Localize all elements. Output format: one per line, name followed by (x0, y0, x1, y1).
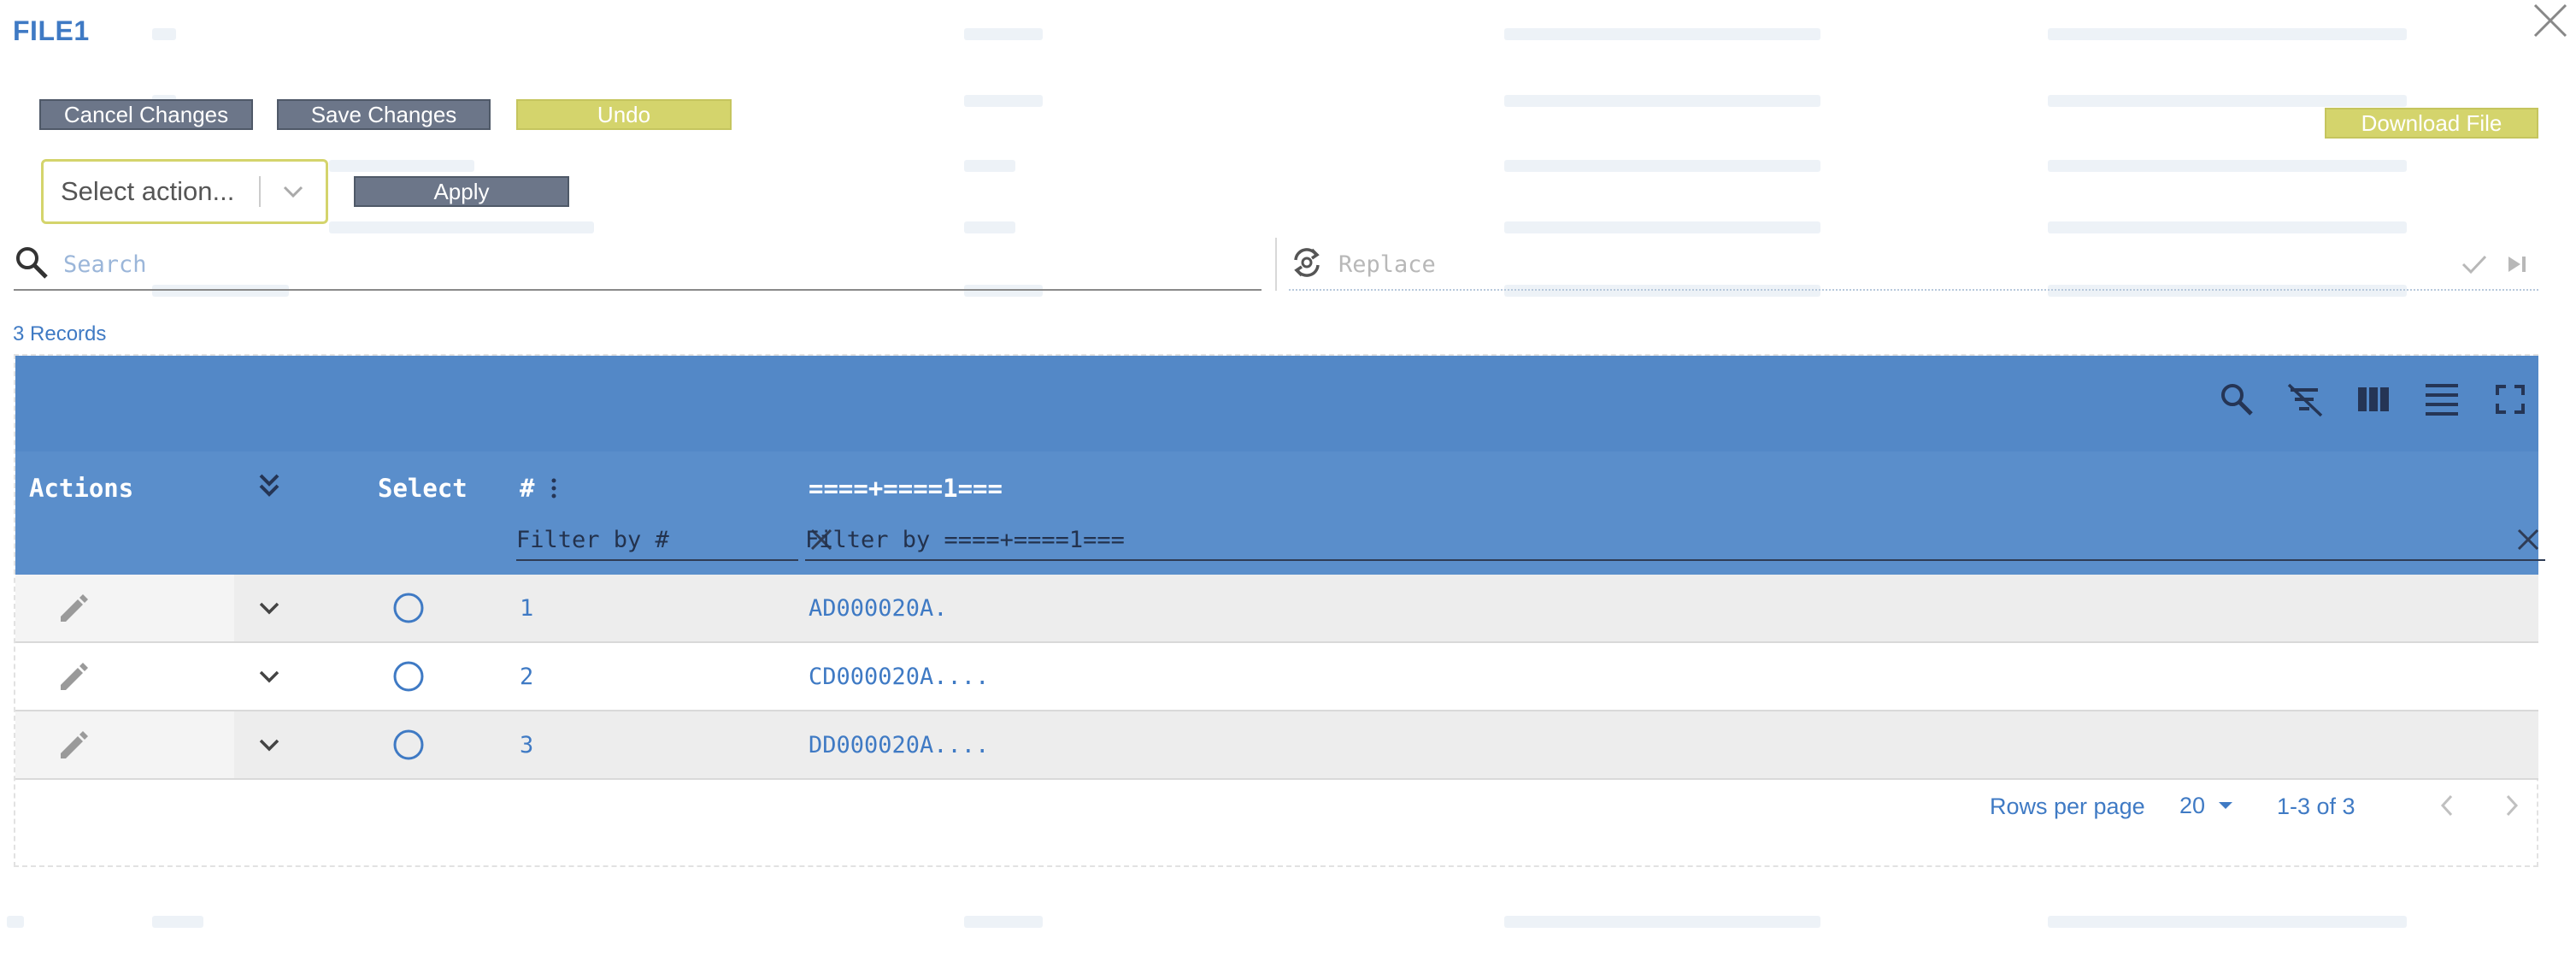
column-header-actions: Actions (29, 474, 134, 503)
save-changes-button[interactable]: Save Changes (277, 99, 491, 130)
modal-title: FILE1 (13, 15, 90, 46)
chevron-left-icon (2440, 794, 2453, 817)
prev-page-button[interactable] (2427, 787, 2465, 824)
rows-per-page-select[interactable]: 20 (2179, 788, 2234, 823)
expand-row-button[interactable] (234, 575, 304, 641)
edit-row-button[interactable] (15, 575, 234, 641)
row-select-radio[interactable] (383, 643, 434, 710)
table-row: 3 DD000020A.... (15, 711, 2538, 780)
pencil-icon (61, 731, 88, 758)
next-page-button[interactable] (2494, 787, 2532, 824)
action-select-value: Select action... (61, 176, 235, 206)
row-value[interactable]: DD000020A.... (809, 711, 989, 778)
records-table: Actions Select # ====+====1=== Filter by… (14, 354, 2545, 867)
skip-next-icon[interactable] (2496, 253, 2538, 275)
undo-button[interactable]: Undo (516, 99, 732, 130)
chevron-down-icon (259, 739, 279, 752)
cancel-changes-button[interactable]: Cancel Changes (39, 99, 253, 130)
check-icon[interactable] (2453, 253, 2496, 275)
chevron-right-icon (2506, 794, 2519, 817)
action-select[interactable]: Select action... (41, 159, 328, 224)
table-toolbar (15, 356, 2538, 451)
expand-row-button[interactable] (234, 711, 304, 778)
density-icon[interactable] (2417, 375, 2467, 424)
replace-bar (1289, 239, 2538, 291)
search-bar (14, 239, 1262, 291)
column-header-number[interactable]: # (520, 474, 558, 503)
records-count: 3 Records (13, 322, 107, 345)
chevron-down-icon (261, 184, 326, 199)
radio-circle-icon (393, 661, 424, 692)
fullscreen-icon[interactable] (2485, 375, 2535, 424)
table-row: 1 AD000020A. (15, 575, 2538, 643)
radio-circle-icon (393, 729, 424, 760)
pencil-icon (61, 663, 88, 690)
search-input[interactable] (50, 251, 1262, 278)
search-icon (14, 245, 50, 285)
chevron-down-icon (259, 670, 279, 683)
filter-data (805, 520, 2545, 561)
caret-down-icon (2219, 802, 2233, 809)
close-icon (2517, 528, 2539, 551)
table-header: Actions Select # ====+====1=== (15, 451, 2545, 575)
row-number: 1 (520, 594, 534, 622)
file-editor-modal: FILE1 Cancel Changes Save Changes Undo D… (0, 0, 2576, 956)
row-value[interactable]: CD000020A.... (809, 643, 989, 710)
table-row: 2 CD000020A.... (15, 643, 2538, 711)
column-header-data[interactable]: ====+====1=== (809, 474, 1003, 503)
vertical-dots-icon[interactable] (550, 476, 558, 500)
row-select-radio[interactable] (383, 575, 434, 641)
expand-all-button[interactable] (256, 469, 282, 509)
rows-per-page-label: Rows per page (1990, 794, 2145, 819)
close-icon (2533, 3, 2567, 38)
double-chevron-down-icon (259, 474, 279, 497)
row-number: 3 (520, 731, 534, 758)
row-number: 2 (520, 663, 534, 690)
rows-per-page-value: 20 (2179, 792, 2206, 818)
replace-input[interactable] (1325, 251, 2453, 278)
apply-button[interactable]: Apply (354, 176, 569, 207)
expand-row-button[interactable] (234, 643, 304, 710)
close-button[interactable] (2525, 0, 2576, 39)
pencil-icon (61, 594, 88, 622)
download-file-button[interactable]: Download File (2325, 108, 2538, 139)
chevron-down-icon (259, 602, 279, 615)
column-header-number-label: # (520, 474, 535, 503)
columns-icon[interactable] (2349, 375, 2398, 424)
edit-row-button[interactable] (15, 643, 234, 710)
radio-circle-icon (393, 593, 424, 623)
pagination: Rows per page 20 1-3 of 3 (15, 780, 2538, 833)
filter-number-input[interactable] (516, 526, 809, 553)
replace-icon (1289, 245, 1325, 285)
clear-filter-icon[interactable] (2280, 375, 2330, 424)
filter-data-input[interactable] (805, 526, 2511, 553)
clear-filter-data-button[interactable] (2511, 522, 2545, 557)
column-header-select: Select (378, 474, 468, 503)
search-replace-divider (1275, 238, 1277, 291)
filter-number (516, 520, 832, 561)
page-range: 1-3 of 3 (2277, 794, 2355, 819)
search-icon[interactable] (2212, 375, 2261, 424)
row-value[interactable]: AD000020A. (809, 575, 948, 641)
edit-row-button[interactable] (15, 711, 234, 778)
row-select-radio[interactable] (383, 711, 434, 778)
